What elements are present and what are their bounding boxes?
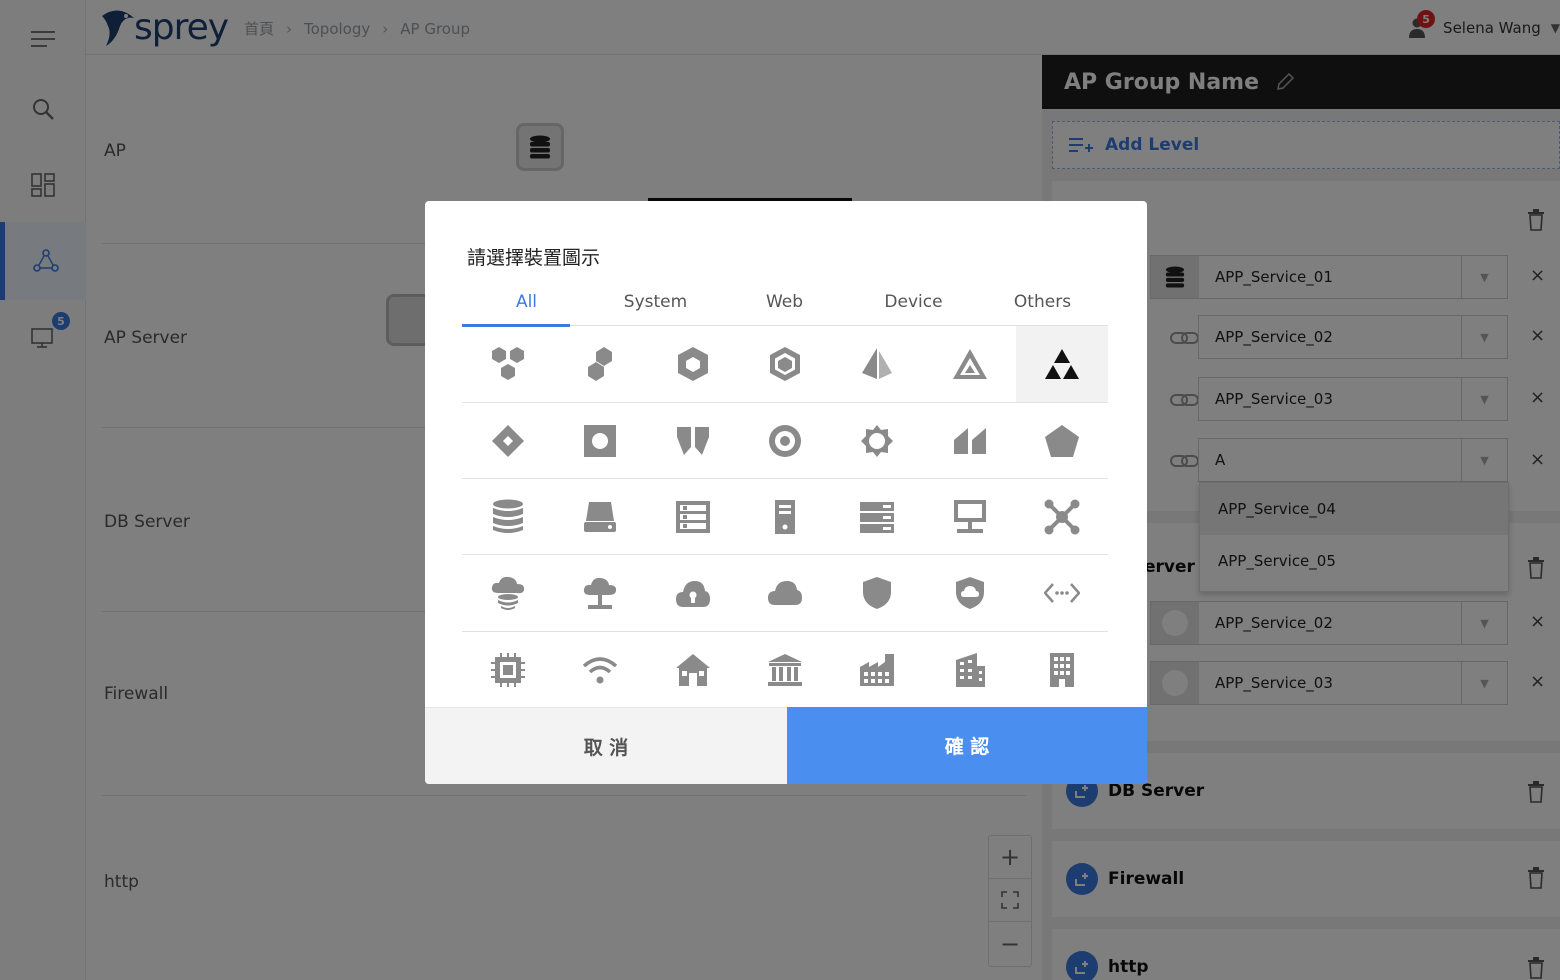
pentagon-icon xyxy=(1044,424,1079,457)
icon-option[interactable] xyxy=(462,326,554,402)
icon-option[interactable] xyxy=(923,479,1015,554)
triforce-icon xyxy=(1044,349,1079,379)
database-icon xyxy=(493,499,524,533)
icon-option[interactable] xyxy=(831,632,923,708)
icon-option[interactable] xyxy=(647,479,739,554)
server-rack-icon xyxy=(675,500,710,533)
square-dot-icon xyxy=(584,424,617,457)
tab-system[interactable]: System xyxy=(591,279,720,325)
confirm-button[interactable]: 確 認 xyxy=(787,707,1147,784)
office-tower-icon xyxy=(1049,653,1074,687)
icon-row xyxy=(462,479,1108,555)
server-blade-icon xyxy=(860,501,895,533)
category-tabs: All System Web Device Others xyxy=(462,279,1108,327)
chip-icon xyxy=(491,653,526,687)
tab-others[interactable]: Others xyxy=(978,279,1107,325)
icon-option[interactable] xyxy=(1016,479,1108,554)
triangle-outline-icon xyxy=(952,349,987,379)
icon-option[interactable] xyxy=(554,555,646,631)
shield-icon xyxy=(863,577,892,609)
icon-row xyxy=(462,632,1108,708)
icon-option[interactable] xyxy=(1016,403,1108,478)
icon-grid xyxy=(462,326,1108,708)
icon-option[interactable] xyxy=(647,632,739,708)
icon-row xyxy=(462,326,1108,403)
cancel-button[interactable]: 取 消 xyxy=(425,707,787,784)
bank-icon xyxy=(767,654,802,686)
icon-option[interactable] xyxy=(831,555,923,631)
icon-option[interactable] xyxy=(923,326,1015,402)
dialog-title: 請選擇裝置圖示 xyxy=(467,247,601,269)
monitor-network-icon xyxy=(953,499,986,533)
hexagon-solid-icon xyxy=(677,347,708,381)
icon-option[interactable] xyxy=(554,479,646,554)
icon-option[interactable] xyxy=(831,403,923,478)
icon-option[interactable] xyxy=(739,479,831,554)
icon-option[interactable] xyxy=(554,403,646,478)
icon-option[interactable] xyxy=(554,326,646,402)
cloud-database-icon xyxy=(492,576,525,610)
icon-option[interactable] xyxy=(923,403,1015,478)
icon-option[interactable] xyxy=(462,403,554,478)
gear-badge-icon xyxy=(861,424,894,457)
icon-picker-dialog: 請選擇裝置圖示 All System Web Device Others 取 消… xyxy=(425,201,1147,784)
icon-option[interactable] xyxy=(739,632,831,708)
shield-cloud-icon xyxy=(955,577,984,609)
pyramid-icon xyxy=(862,348,893,379)
tab-all[interactable]: All xyxy=(462,279,591,327)
icon-option-selected[interactable] xyxy=(1015,326,1108,402)
icon-option[interactable] xyxy=(647,555,739,631)
tab-web[interactable]: Web xyxy=(720,279,849,325)
icon-option[interactable] xyxy=(462,632,554,708)
hexagon-outline-icon xyxy=(769,347,800,381)
cloud-lock-icon xyxy=(675,581,710,607)
wifi-icon xyxy=(583,657,618,684)
icon-option[interactable] xyxy=(647,403,739,478)
icon-option[interactable] xyxy=(462,479,554,554)
icon-row xyxy=(462,555,1108,632)
network-hub-icon xyxy=(1044,499,1080,534)
building-icon xyxy=(955,653,985,687)
icon-option[interactable] xyxy=(647,326,739,402)
icon-option[interactable] xyxy=(831,326,923,402)
shield-split-icon xyxy=(676,426,709,455)
icon-option[interactable] xyxy=(462,555,554,631)
parallelogram-pair-icon xyxy=(953,427,986,454)
icon-option[interactable] xyxy=(831,479,923,554)
icon-option[interactable] xyxy=(739,403,831,478)
hard-drive-icon xyxy=(584,501,617,532)
icon-option[interactable] xyxy=(554,632,646,708)
target-circle-icon xyxy=(768,424,801,457)
icon-row xyxy=(462,403,1108,479)
tab-device[interactable]: Device xyxy=(849,279,978,325)
house-icon xyxy=(675,654,710,686)
icon-option[interactable] xyxy=(739,326,831,402)
hexagon-cluster-icon xyxy=(492,347,525,380)
dialog-footer: 取 消 確 認 xyxy=(425,707,1147,784)
server-tower-icon xyxy=(774,499,795,534)
cloud-network-icon xyxy=(584,577,617,609)
icon-option[interactable] xyxy=(1016,632,1108,708)
icon-option[interactable] xyxy=(739,555,831,631)
hexagon-pair-icon xyxy=(588,347,613,381)
icon-option[interactable] xyxy=(923,555,1015,631)
factory-icon xyxy=(860,654,895,686)
code-arrows-icon xyxy=(1043,583,1080,603)
icon-option[interactable] xyxy=(923,632,1015,708)
icon-option[interactable] xyxy=(1016,555,1108,631)
cloud-icon xyxy=(767,581,802,605)
diamond-icon xyxy=(492,424,525,457)
